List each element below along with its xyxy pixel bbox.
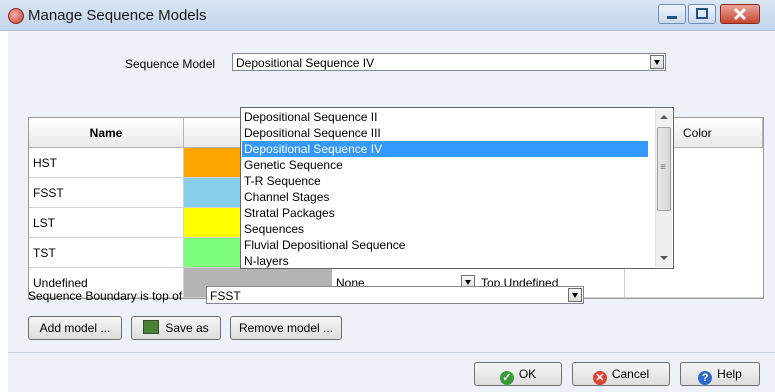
cancel-icon: ✕ [592,371,607,385]
sequence-model-label: Sequence Model [125,57,216,71]
scroll-up-icon[interactable] [656,109,672,125]
save-as-icon [143,320,160,334]
column-header-name[interactable]: Name [29,118,184,148]
checkmark-icon: ✓ [499,371,514,385]
boundary-select[interactable]: FSST [206,286,584,304]
scrollbar-thumb[interactable] [657,127,671,211]
minimize-icon [667,16,677,19]
dropdown-option[interactable]: T-R Sequence [242,173,648,189]
separator [8,352,775,353]
close-button[interactable] [720,4,760,24]
dropdown-option[interactable]: Sequences [242,221,648,237]
window-title: Manage Sequence Models [28,7,207,24]
cancel-button[interactable]: ✕ Cancel [572,362,670,386]
dropdown-arrow-icon[interactable] [568,288,582,302]
dropdown-option[interactable]: Channel Stages [242,189,648,205]
title-bar[interactable]: Manage Sequence Models [0,0,775,31]
help-button[interactable]: ? Help [680,362,760,386]
help-label: Help [717,367,742,381]
dropdown-option[interactable]: Fluvial Depositional Sequence [242,237,648,253]
dropdown-option[interactable]: Genetic Sequence [242,157,648,173]
scroll-down-icon[interactable] [656,250,672,266]
minimize-button[interactable] [658,4,686,24]
add-model-button[interactable]: Add model ... [28,316,122,340]
boundary-label: Sequence Boundary is top of [28,289,183,303]
dropdown-option-selected[interactable]: Depositional Sequence IV [242,141,648,157]
color-cell-undefined[interactable] [625,268,763,298]
dropdown-option[interactable]: Depositional Sequence II [242,109,648,125]
dropdown-arrow-icon[interactable] [650,55,664,69]
add-model-label: Add model ... [39,321,111,335]
cancel-label: Cancel [611,367,650,381]
row-name-hst[interactable]: HST [29,148,184,178]
maximize-icon [696,8,708,19]
dropdown-option[interactable]: Stratal Packages [242,205,648,221]
dropdown-scrollbar[interactable] [655,109,672,267]
sequence-model-dropdown-list[interactable]: Depositional Sequence II Depositional Se… [240,107,674,269]
dialog-body: Sequence Model Depositional Sequence IV … [8,31,775,392]
app-icon [8,8,24,24]
help-icon: ? [698,371,713,385]
remove-model-label: Remove model ... [238,321,334,335]
maximize-button[interactable] [688,4,716,24]
close-icon [733,7,747,21]
dropdown-option[interactable]: Depositional Sequence III [242,125,648,141]
row-name-tst[interactable]: TST [29,238,184,268]
row-name-lst[interactable]: LST [29,208,184,238]
dropdown-option[interactable]: N-layers [242,253,648,269]
ok-label: OK [518,367,537,381]
boundary-value: FSST [210,289,241,303]
row-name-fsst[interactable]: FSST [29,178,184,208]
remove-model-button[interactable]: Remove model ... [230,316,342,340]
ok-button[interactable]: ✓ OK [474,362,562,386]
save-as-label: Save as [165,321,209,335]
sequence-model-value: Depositional Sequence IV [236,56,375,70]
sequence-model-select[interactable]: Depositional Sequence IV [232,53,666,71]
manage-sequence-models-window: Manage Sequence Models Sequence Model De… [0,0,775,392]
save-as-button[interactable]: Save as [131,316,221,340]
